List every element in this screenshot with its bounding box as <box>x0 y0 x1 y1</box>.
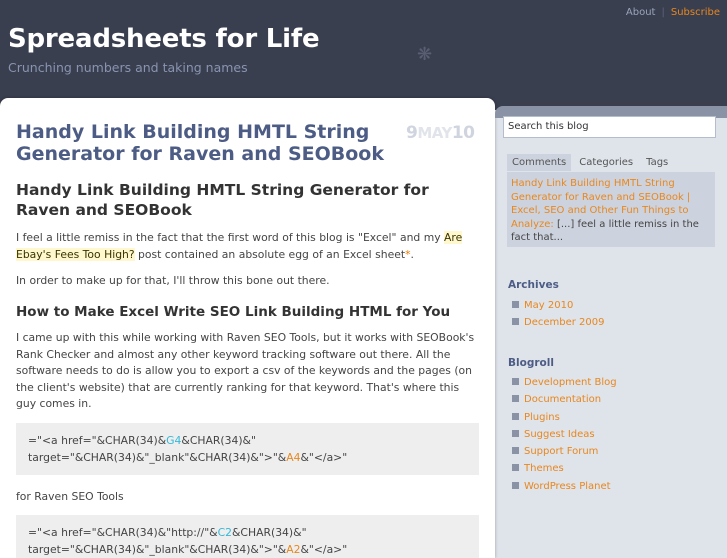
blogroll-item[interactable]: Support Forum <box>512 446 617 463</box>
blogroll-label[interactable]: Support Forum <box>524 446 598 457</box>
blogroll-item[interactable]: Suggest Ideas <box>512 429 617 446</box>
paragraph-text: I feel a little remiss in the fact that … <box>16 231 445 244</box>
site-title[interactable]: Spreadsheets for Life <box>8 24 320 54</box>
tab-tags[interactable]: Tags <box>641 154 673 171</box>
sidebar: Search this blog Comments Categories Tags … <box>495 106 727 556</box>
bullet-icon <box>512 378 519 385</box>
bullet-icon <box>512 318 519 326</box>
post-title[interactable]: Handy Link Building HMTL String Generato… <box>16 121 396 165</box>
tab-comments[interactable]: Comments <box>507 154 572 171</box>
blogroll-label[interactable]: Development Blog <box>524 377 617 388</box>
bullet-icon <box>512 412 519 420</box>
code-text: ="<a href="&CHAR(34)&"http://"& <box>28 526 218 539</box>
bullet-icon <box>512 464 519 472</box>
bullet-icon <box>512 447 519 455</box>
sidebar-tabs: Comments Categories Tags <box>507 154 676 171</box>
blogroll-heading: Blogroll <box>508 357 554 369</box>
post-paragraph: I came up with this while working with R… <box>16 331 475 410</box>
post-body: Handy Link Building HMTL String Generato… <box>16 180 479 558</box>
paragraph-text: . <box>410 247 414 261</box>
post-date: 9MAY10 <box>406 123 475 143</box>
tab-categories[interactable]: Categories <box>574 154 638 171</box>
code-text: ="<a href="&CHAR(34)& <box>28 433 167 447</box>
about-link[interactable]: About <box>626 7 656 18</box>
blogroll-label[interactable]: Documentation <box>524 394 601 405</box>
archives-list: May 2010 December 2009 <box>512 300 604 335</box>
archive-item[interactable]: May 2010 <box>512 300 604 317</box>
subscribe-link[interactable]: Subscribe <box>671 7 720 18</box>
code-block: ="<a href="&CHAR(34)&"http://"&C2&CHAR(3… <box>16 515 479 558</box>
main-content: Handy Link Building HMTL String Generato… <box>0 98 495 558</box>
blogroll-item[interactable]: Documentation <box>512 394 617 411</box>
top-nav: About | Subscribe <box>626 7 720 18</box>
search-input[interactable]: Search this blog <box>503 116 716 138</box>
post-heading: Handy Link Building HMTL String Generato… <box>16 181 429 219</box>
blogroll-item[interactable]: Plugins <box>512 412 617 429</box>
archive-item[interactable]: December 2009 <box>512 317 604 334</box>
section-heading: How to Make Excel Write SEO Link Buildin… <box>16 303 451 320</box>
archive-label[interactable]: May 2010 <box>524 300 573 311</box>
post-paragraph: I feel a little remiss in the fact that … <box>16 230 479 263</box>
site-header: About | Subscribe Spreadsheets for Life Cr… <box>0 0 727 110</box>
bullet-icon <box>512 481 519 489</box>
post-paragraph: In order to make up for that, I'll throw… <box>16 274 330 287</box>
blogroll-label[interactable]: Themes <box>524 463 564 474</box>
nav-separator: | <box>661 7 665 18</box>
post-paragraph: for Raven SEO Tools <box>16 489 124 503</box>
decorative-swirl-icon: ❋ <box>417 44 433 65</box>
blogroll-list: Development Blog Documentation Plugins S… <box>512 377 617 498</box>
date-year: 10 <box>451 123 475 143</box>
blogroll-item[interactable]: Themes <box>512 463 617 480</box>
blogroll-label[interactable]: Plugins <box>524 412 560 423</box>
archive-label[interactable]: December 2009 <box>524 317 604 328</box>
date-day: 9 <box>406 123 418 143</box>
bullet-icon <box>512 429 519 437</box>
site-description: Crunching numbers and taking names <box>8 60 248 75</box>
archives-heading: Archives <box>508 279 559 291</box>
bullet-icon <box>512 395 519 403</box>
blogroll-label[interactable]: Suggest Ideas <box>524 429 595 440</box>
code-cell-ref: A4 <box>286 450 301 464</box>
code-cell-ref: G4 <box>166 433 182 447</box>
recent-comment: Handy Link Building HMTL String Generato… <box>507 172 715 247</box>
blogroll-item[interactable]: WordPress Planet <box>512 481 617 498</box>
paragraph-text: post contained an absolute egg of an Exc… <box>134 247 406 261</box>
bullet-icon <box>512 301 519 308</box>
code-text: &"</a>" <box>300 450 348 464</box>
blogroll-item[interactable]: Development Blog <box>512 377 617 394</box>
code-cell-ref: C2 <box>217 526 233 539</box>
date-month: MAY <box>417 124 452 142</box>
blogroll-label[interactable]: WordPress Planet <box>524 481 611 492</box>
code-block: ="<a href="&CHAR(34)&G4&CHAR(34)&" targe… <box>16 422 479 475</box>
